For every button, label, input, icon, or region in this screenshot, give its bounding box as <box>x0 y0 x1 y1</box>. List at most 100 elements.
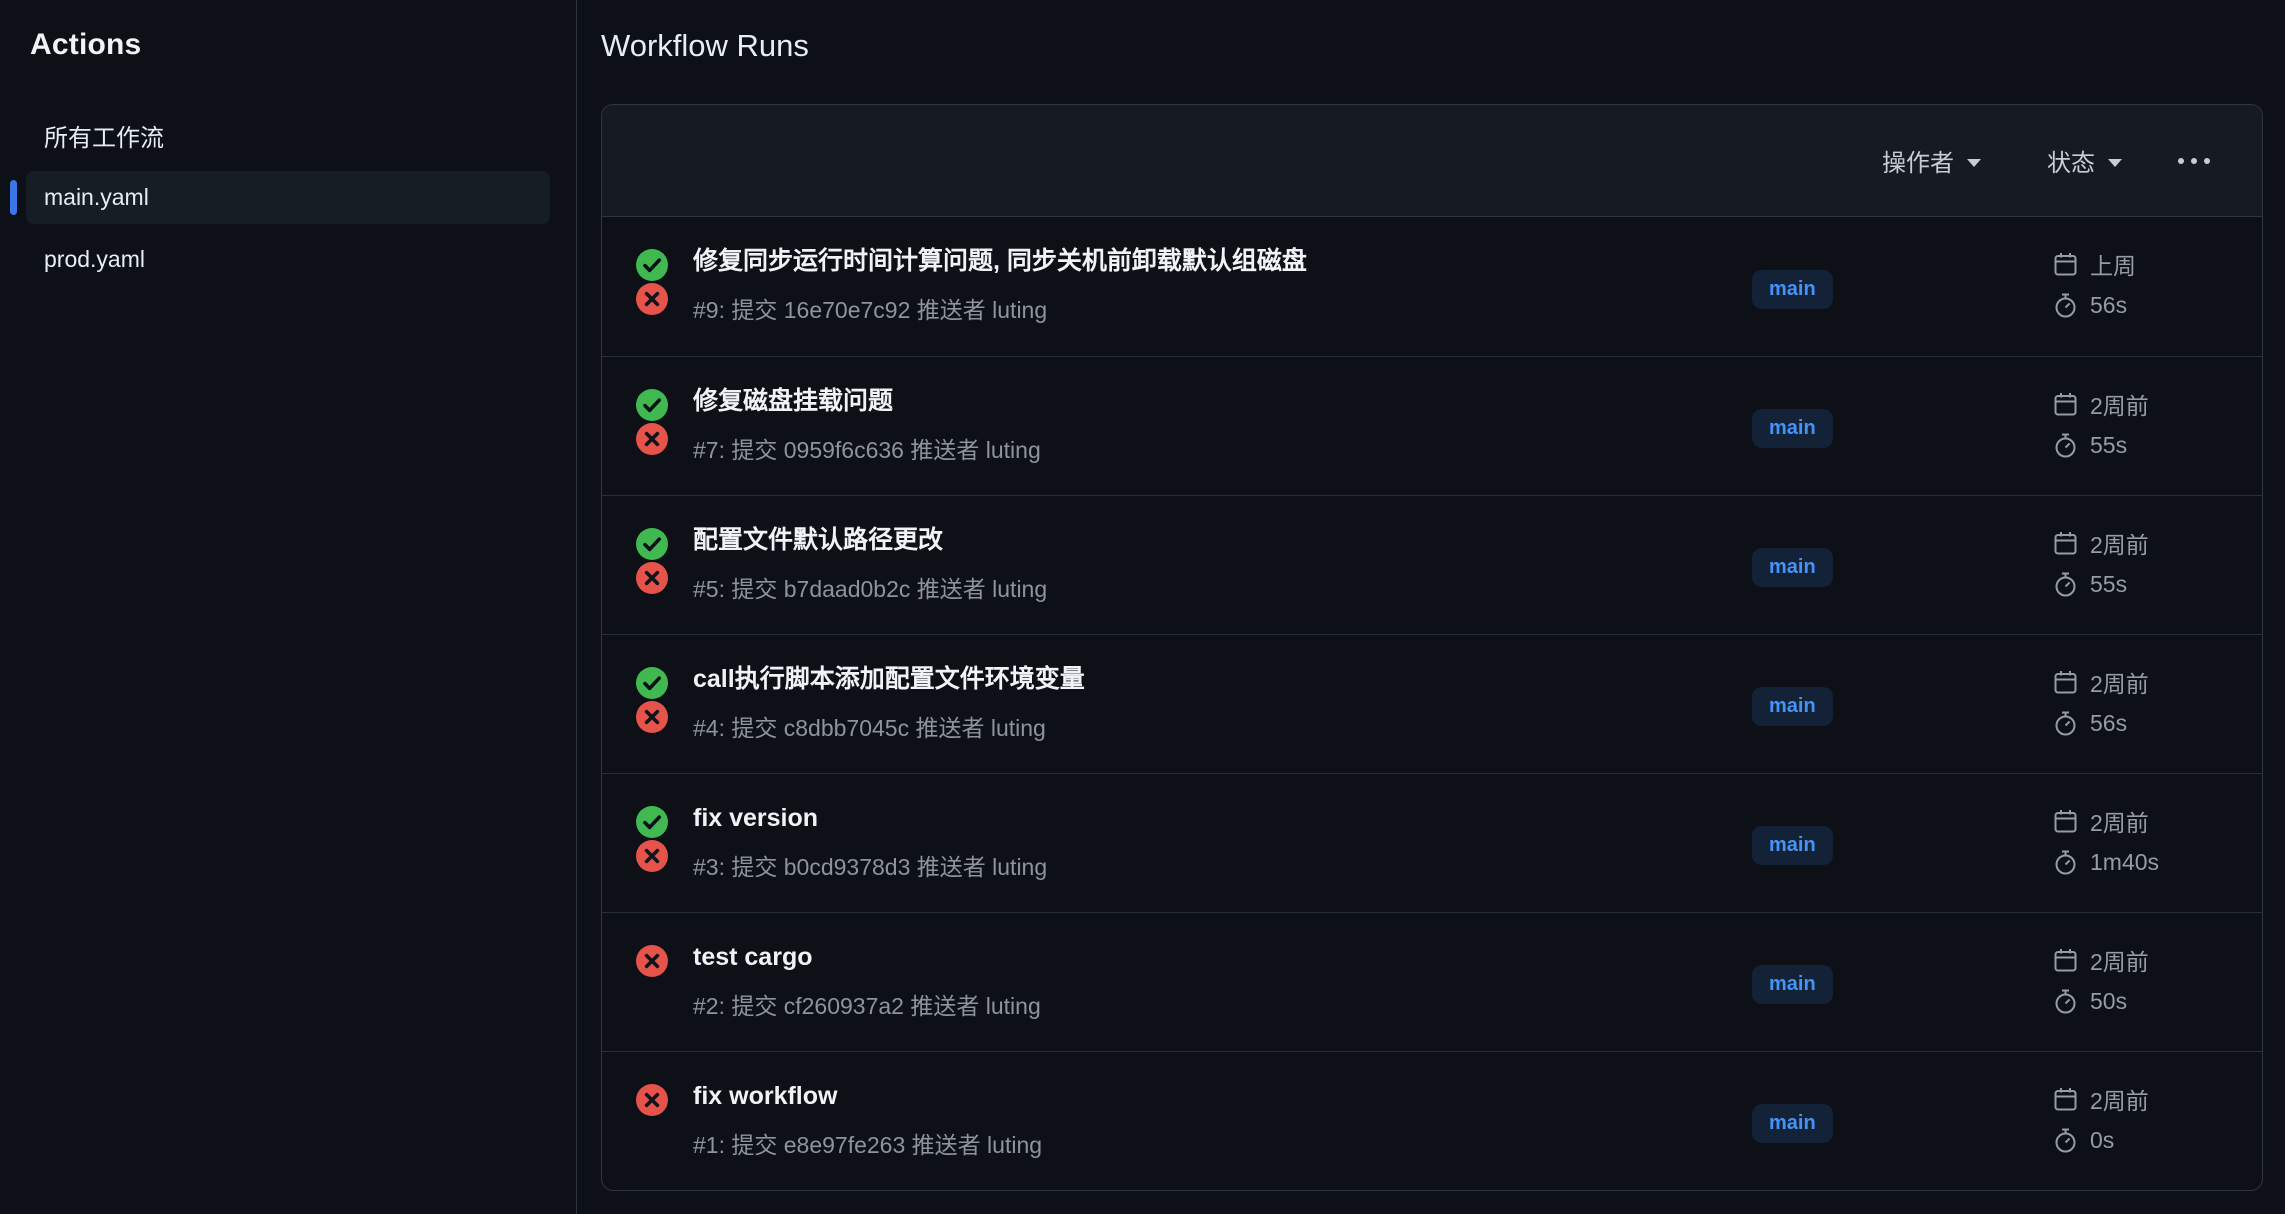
run-summary: fix workflow #1: 提交 e8e97fe263 推送者 lutin… <box>693 1081 1752 1160</box>
stopwatch-icon <box>2052 1127 2079 1154</box>
actions-page: Actions 所有工作流 main.yaml prod.yaml Workfl… <box>0 0 2285 1214</box>
run-duration-text: 55s <box>2090 432 2127 459</box>
check-circle-icon <box>635 388 669 422</box>
run-duration-text: 50s <box>2090 988 2127 1015</box>
run-branch-cell: main <box>1752 246 2052 332</box>
calendar-icon <box>2052 947 2079 974</box>
run-title[interactable]: 配置文件默认路径更改 <box>693 525 1732 556</box>
run-duration-text: 0s <box>2090 1127 2114 1154</box>
actor-filter-button[interactable]: 操作者 <box>1882 143 1981 178</box>
calendar-icon <box>2052 251 2079 278</box>
run-duration-text: 56s <box>2090 292 2127 319</box>
run-times-cell: 2周前 55s <box>2052 386 2222 459</box>
run-title[interactable]: call执行脚本添加配置文件环境变量 <box>693 664 1732 695</box>
branch-badge[interactable]: main <box>1752 270 1833 309</box>
status-filter-button[interactable]: 状态 <box>2047 143 2122 178</box>
workflow-run-row[interactable]: 配置文件默认路径更改 #5: 提交 b7daad0b2c 推送者 luting … <box>602 495 2262 634</box>
branch-badge[interactable]: main <box>1752 1104 1833 1143</box>
run-branch-cell: main <box>1752 803 2052 888</box>
all-workflows-link[interactable]: 所有工作流 <box>44 118 550 153</box>
workflow-run-row[interactable]: fix workflow #1: 提交 e8e97fe263 推送者 lutin… <box>602 1051 2262 1190</box>
chevron-down-icon <box>1967 159 1981 167</box>
x-circle-icon <box>635 944 669 978</box>
calendar-icon <box>2052 808 2079 835</box>
run-times-cell: 2周前 1m40s <box>2052 803 2222 876</box>
run-meta: #1: 提交 e8e97fe263 推送者 luting <box>693 1126 1732 1160</box>
workflow-run-row[interactable]: test cargo #2: 提交 cf260937a2 推送者 luting … <box>602 912 2262 1051</box>
run-meta: #7: 提交 0959f6c636 推送者 luting <box>693 431 1732 465</box>
run-title[interactable]: test cargo <box>693 942 1732 973</box>
run-duration: 0s <box>2052 1127 2222 1154</box>
run-branch-cell: main <box>1752 386 2052 471</box>
run-date: 2周前 <box>2052 943 2222 977</box>
run-times-cell: 2周前 56s <box>2052 664 2222 737</box>
run-title[interactable]: 修复磁盘挂载问题 <box>693 386 1732 417</box>
calendar-icon <box>2052 391 2079 418</box>
sidebar-item-main-yaml[interactable]: main.yaml <box>26 171 550 224</box>
sidebar: Actions 所有工作流 main.yaml prod.yaml <box>0 0 577 1214</box>
sidebar-title: Actions <box>30 28 550 62</box>
actor-filter-label: 操作者 <box>1882 143 1954 178</box>
kebab-menu-button[interactable] <box>2174 150 2214 172</box>
stopwatch-icon <box>2052 988 2079 1015</box>
workflow-run-row[interactable]: fix version #3: 提交 b0cd9378d3 推送者 luting… <box>602 773 2262 912</box>
run-branch-cell: main <box>1752 525 2052 610</box>
run-date-text: 2周前 <box>2090 804 2149 838</box>
run-title[interactable]: fix workflow <box>693 1081 1732 1112</box>
run-title[interactable]: 修复同步运行时间计算问题, 同步关机前卸载默认组磁盘 <box>693 246 1732 277</box>
run-date: 2周前 <box>2052 1082 2222 1116</box>
run-times-cell: 2周前 55s <box>2052 525 2222 598</box>
run-date-text: 2周前 <box>2090 526 2149 560</box>
stopwatch-icon <box>2052 849 2079 876</box>
branch-badge[interactable]: main <box>1752 687 1833 726</box>
run-branch-cell: main <box>1752 942 2052 1027</box>
chevron-down-icon <box>2108 159 2122 167</box>
run-title[interactable]: fix version <box>693 803 1732 834</box>
run-duration-text: 1m40s <box>2090 849 2159 876</box>
run-summary: 修复磁盘挂载问题 #7: 提交 0959f6c636 推送者 luting <box>693 386 1752 465</box>
calendar-icon <box>2052 1086 2079 1113</box>
run-date-text: 2周前 <box>2090 943 2149 977</box>
run-date-text: 2周前 <box>2090 665 2149 699</box>
run-duration: 56s <box>2052 710 2222 737</box>
sidebar-item-prod-yaml[interactable]: prod.yaml <box>26 233 550 286</box>
check-circle-icon <box>635 666 669 700</box>
run-times-cell: 2周前 0s <box>2052 1081 2222 1154</box>
run-branch-cell: main <box>1752 1081 2052 1166</box>
dot <box>2204 158 2210 164</box>
run-meta: #9: 提交 16e70e7c92 推送者 luting <box>693 291 1732 325</box>
run-duration: 55s <box>2052 432 2222 459</box>
check-circle-icon <box>635 527 669 561</box>
run-summary: 配置文件默认路径更改 #5: 提交 b7daad0b2c 推送者 luting <box>693 525 1752 604</box>
run-duration-text: 55s <box>2090 571 2127 598</box>
run-duration-text: 56s <box>2090 710 2127 737</box>
run-date: 2周前 <box>2052 526 2222 560</box>
calendar-icon <box>2052 669 2079 696</box>
dot <box>2178 158 2184 164</box>
workflow-run-row[interactable]: 修复同步运行时间计算问题, 同步关机前卸载默认组磁盘 #9: 提交 16e70e… <box>602 217 2262 356</box>
x-circle-icon <box>635 1083 669 1117</box>
run-meta: #4: 提交 c8dbb7045c 推送者 luting <box>693 709 1732 743</box>
branch-badge[interactable]: main <box>1752 965 1833 1004</box>
workflow-run-row[interactable]: 修复磁盘挂载问题 #7: 提交 0959f6c636 推送者 luting ma… <box>602 356 2262 495</box>
run-summary: 修复同步运行时间计算问题, 同步关机前卸载默认组磁盘 #9: 提交 16e70e… <box>693 246 1752 325</box>
stopwatch-icon <box>2052 710 2079 737</box>
branch-badge[interactable]: main <box>1752 409 1833 448</box>
main-content: Workflow Runs 操作者 状态 <box>577 0 2285 1214</box>
workflow-runs-list: 修复同步运行时间计算问题, 同步关机前卸载默认组磁盘 #9: 提交 16e70e… <box>602 217 2262 1190</box>
run-branch-cell: main <box>1752 664 2052 749</box>
runs-toolbar: 操作者 状态 <box>602 105 2262 217</box>
run-duration: 56s <box>2052 292 2222 319</box>
run-meta: #2: 提交 cf260937a2 推送者 luting <box>693 987 1732 1021</box>
status-filter-label: 状态 <box>2047 143 2095 178</box>
stopwatch-icon <box>2052 292 2079 319</box>
run-meta: #5: 提交 b7daad0b2c 推送者 luting <box>693 570 1732 604</box>
run-date: 2周前 <box>2052 387 2222 421</box>
branch-badge[interactable]: main <box>1752 548 1833 587</box>
run-date: 2周前 <box>2052 665 2222 699</box>
run-summary: fix version #3: 提交 b0cd9378d3 推送者 luting <box>693 803 1752 882</box>
workflow-run-row[interactable]: call执行脚本添加配置文件环境变量 #4: 提交 c8dbb7045c 推送者… <box>602 634 2262 773</box>
branch-badge[interactable]: main <box>1752 826 1833 865</box>
run-summary: test cargo #2: 提交 cf260937a2 推送者 luting <box>693 942 1752 1021</box>
run-summary: call执行脚本添加配置文件环境变量 #4: 提交 c8dbb7045c 推送者… <box>693 664 1752 743</box>
